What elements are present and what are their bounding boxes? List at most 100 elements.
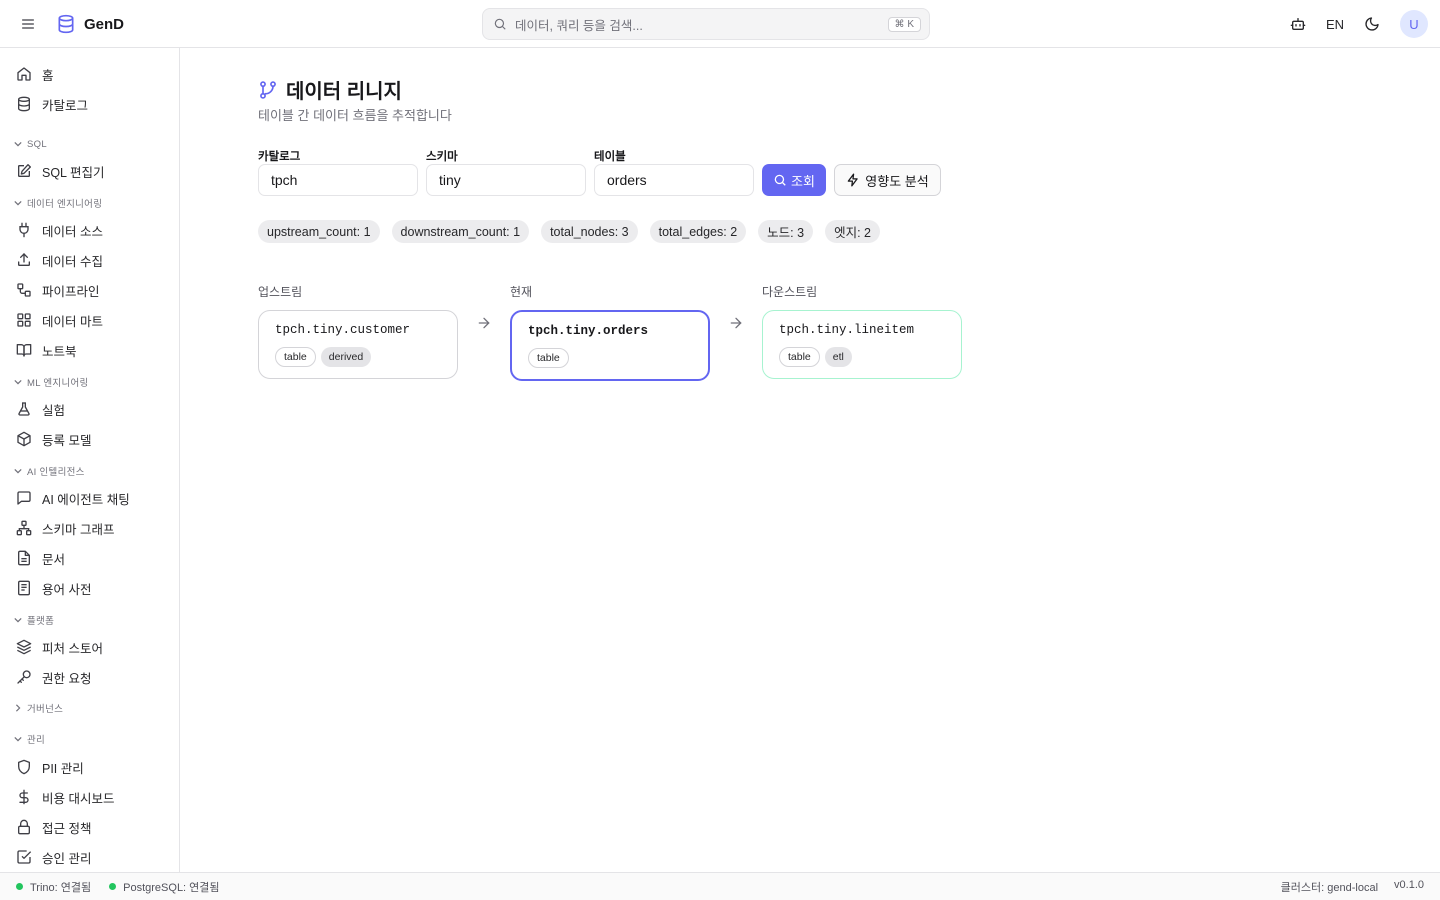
moon-icon[interactable] (1362, 14, 1382, 34)
section-data-engineering[interactable]: 데이터 엔지니어링 (14, 195, 102, 211)
sidebar-item-cost-dashboard[interactable]: 비용 대시보드 (8, 783, 172, 811)
sidebar-item-registered-models[interactable]: 등록 모델 (8, 425, 172, 453)
sidebar-item-label: 문서 (42, 552, 66, 567)
sidebar-item-home[interactable]: 홈 (8, 60, 172, 88)
arrow-right-icon (728, 315, 744, 331)
edit-icon (16, 163, 32, 179)
section-label: AI 인텔리전스 (27, 467, 85, 478)
workflow-icon (16, 282, 32, 298)
sidebar-item-ai-agent-chat[interactable]: AI 에이전트 채팅 (8, 484, 172, 512)
section-ml-engineering[interactable]: ML 엔지니어링 (14, 374, 89, 390)
upstream-label: 업스트림 (258, 285, 303, 299)
search-icon (773, 173, 787, 187)
shield-icon (16, 759, 32, 775)
menu-icon[interactable] (16, 12, 40, 36)
app-name: GenD (84, 15, 125, 33)
section-label: 데이터 엔지니어링 (27, 199, 103, 210)
current-node[interactable]: tpch.tiny.orders table (510, 310, 710, 381)
upstream-node[interactable]: tpch.tiny.customer table derived (258, 310, 458, 379)
schema-field: 스키마 (426, 148, 586, 196)
table-field: 테이블 (594, 148, 754, 196)
lock-icon (16, 819, 32, 835)
sidebar-item-label: 실험 (42, 403, 66, 418)
status-dot-icon (16, 883, 23, 890)
section-admin[interactable]: 관리 (14, 731, 45, 747)
schema-input[interactable] (426, 164, 586, 196)
sidebar-item-data-mart[interactable]: 데이터 마트 (8, 306, 172, 334)
chevron-right-icon (14, 704, 22, 712)
page-subtitle: 테이블 간 데이터 흐름을 추적합니다 (258, 108, 452, 123)
sidebar-item-label: 접근 정책 (42, 821, 92, 836)
downstream-node[interactable]: tpch.tiny.lineitem table etl (762, 310, 962, 379)
sidebar-item-experiments[interactable]: 실험 (8, 395, 172, 423)
stat-badge: upstream_count: 1 (258, 220, 380, 243)
catalog-field: 카탈로그 (258, 148, 418, 196)
impact-button-label: 영향도 분석 (865, 173, 929, 189)
sidebar: 홈 카탈로그 SQL SQL 편집기 데이터 엔지니어링 데이터 소스 데이터 … (0, 48, 180, 872)
language-toggle[interactable]: EN (1326, 17, 1344, 32)
table-input[interactable] (594, 164, 754, 196)
sidebar-item-label: 카탈로그 (42, 98, 89, 113)
node-tags: table etl (779, 347, 961, 367)
header-actions: EN U (1288, 10, 1428, 38)
sidebar-item-label: 용어 사전 (42, 582, 92, 597)
status-dot-icon (109, 883, 117, 890)
type-tag: table (528, 348, 569, 368)
sidebar-item-feature-store[interactable]: 피처 스토어 (8, 633, 172, 661)
cluster-name: 클러스터: gend-local (1280, 881, 1379, 894)
postgres-status: PostgreSQL: 연결됨 (109, 879, 220, 895)
stat-badge: 노드: 3 (758, 220, 814, 243)
sidebar-item-label: 비용 대시보드 (42, 791, 115, 806)
bot-icon[interactable] (1288, 14, 1308, 34)
avatar[interactable]: U (1400, 10, 1428, 38)
sidebar-item-label: PII 관리 (42, 761, 84, 776)
sidebar-item-documents[interactable]: 문서 (8, 544, 172, 572)
sidebar-item-access-policies[interactable]: 접근 정책 (8, 813, 172, 841)
upload-icon (16, 252, 32, 268)
relation-tag: derived (320, 347, 372, 367)
status-right: 클러스터: gend-local v0.1.0 (1281, 879, 1424, 895)
sidebar-item-access-requests[interactable]: 권한 요청 (8, 663, 172, 691)
query-button[interactable]: 조회 (762, 164, 826, 196)
impact-analysis-button[interactable]: 영향도 분석 (834, 164, 941, 196)
node-name: tpch.tiny.lineitem (779, 323, 915, 337)
sidebar-item-label: 데이터 소스 (42, 224, 103, 239)
sidebar-item-schema-graph[interactable]: 스키마 그래프 (8, 514, 172, 542)
sidebar-item-data-ingestion[interactable]: 데이터 수집 (8, 246, 172, 274)
global-search[interactable]: 데이터, 쿼리 등을 검색... ⌘ K (482, 8, 930, 40)
sidebar-item-data-sources[interactable]: 데이터 소스 (8, 216, 172, 244)
main-content: 데이터 리니지 테이블 간 데이터 흐름을 추적합니다 카탈로그 스키마 테이블… (180, 48, 1440, 872)
sidebar-item-sql-editor[interactable]: SQL 편집기 (8, 157, 172, 185)
catalog-input[interactable] (258, 164, 418, 196)
section-label: ML 엔지니어링 (27, 378, 89, 389)
sidebar-item-pipelines[interactable]: 파이프라인 (8, 276, 172, 304)
section-platform[interactable]: 플랫폼 (14, 612, 54, 628)
table-label: 테이블 (594, 151, 626, 163)
sidebar-item-glossary[interactable]: 용어 사전 (8, 574, 172, 602)
section-ai-intelligence[interactable]: AI 인텔리전스 (14, 463, 85, 479)
sidebar-item-label: AI 에이전트 채팅 (42, 492, 130, 507)
search-placeholder: 데이터, 쿼리 등을 검색... (515, 18, 643, 33)
dollar-icon (16, 789, 32, 805)
catalog-label: 카탈로그 (258, 151, 301, 163)
sidebar-item-label: 피처 스토어 (42, 641, 103, 656)
node-tags: table derived (275, 347, 457, 367)
app-version: v0.1.0 (1394, 878, 1424, 891)
sidebar-item-notebooks[interactable]: 노트북 (8, 336, 172, 364)
sidebar-item-approvals[interactable]: 승인 관리 (8, 843, 172, 871)
sidebar-item-pii[interactable]: PII 관리 (8, 753, 172, 781)
section-label: 거버넌스 (27, 704, 64, 715)
box-icon (16, 431, 32, 447)
stat-badge: downstream_count: 1 (391, 220, 530, 243)
brand[interactable]: GenD (56, 12, 124, 36)
sidebar-item-catalog[interactable]: 카탈로그 (8, 90, 172, 118)
key-icon (16, 669, 32, 685)
type-tag: table (779, 347, 820, 367)
section-governance[interactable]: 거버넌스 (14, 700, 63, 716)
home-icon (16, 66, 32, 82)
grid-icon (16, 312, 32, 328)
sidebar-item-label: 스키마 그래프 (42, 522, 115, 537)
query-button-label: 조회 (791, 173, 815, 189)
section-sql[interactable]: SQL (14, 136, 47, 152)
section-label: 관리 (27, 735, 46, 746)
